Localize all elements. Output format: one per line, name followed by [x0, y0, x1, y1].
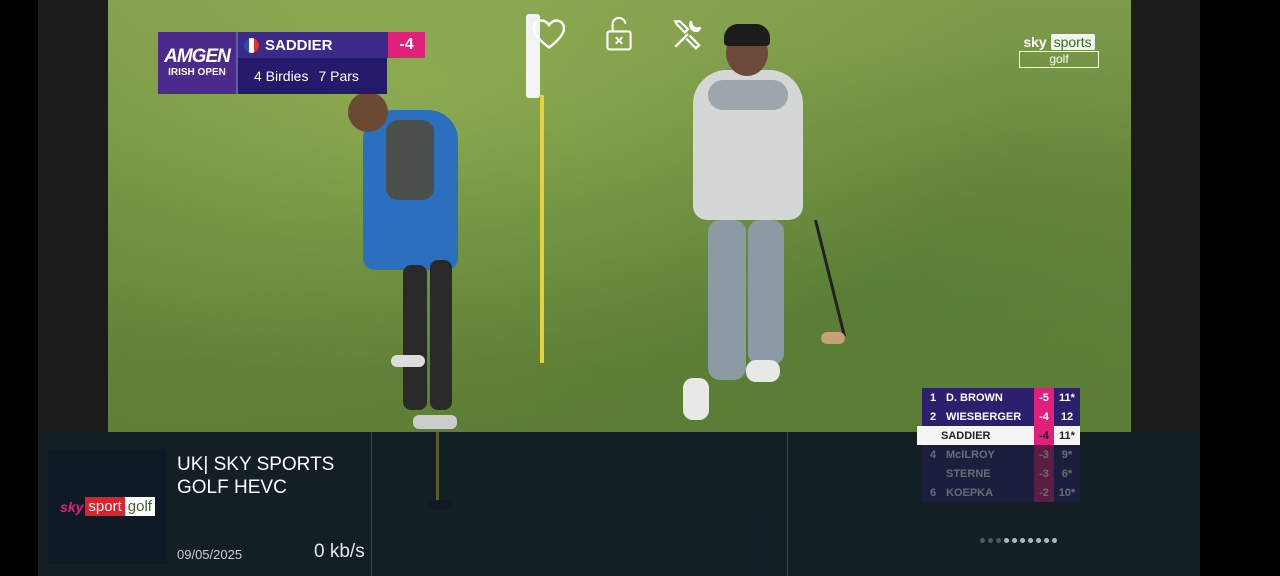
lb-name: D. BROWN — [946, 391, 1003, 404]
player-row: SADDIER -4 — [236, 32, 425, 58]
lb-score: -4 — [1034, 407, 1054, 426]
channel-logo-sky: sky — [60, 498, 84, 515]
page-dot — [1012, 538, 1017, 543]
lb-name: McILROY — [946, 448, 995, 461]
channel-logo-golf: golf — [124, 497, 155, 516]
event-logo-line1: AMGEN — [164, 46, 231, 67]
settings-button[interactable] — [668, 14, 708, 54]
lb-thru: 10* — [1058, 486, 1076, 499]
hole-cup — [428, 500, 452, 510]
pars-count: 7 Pars — [318, 68, 359, 84]
page-dot — [1052, 538, 1057, 543]
info-divider — [787, 432, 788, 576]
leaderboard-row: 2 WIESBERGER -4 12 — [922, 407, 1080, 426]
lb-thru: 6* — [1061, 467, 1073, 480]
page-dot — [1020, 538, 1025, 543]
event-logo-line2: IRISH OPEN — [168, 67, 226, 78]
golfer-shoulders — [708, 80, 788, 110]
leaderboard: 1 D. BROWN -5 11* 2 WIESBERGER -4 12 SADDIER -4… — [917, 388, 1080, 502]
putter-head — [821, 332, 845, 344]
heart-icon — [532, 19, 566, 50]
lb-thru: 12 — [1060, 410, 1074, 423]
page-dot — [1028, 538, 1033, 543]
page-dot — [980, 538, 985, 543]
lb-pos: 6 — [929, 486, 937, 499]
channel-logo: sky sport golf — [48, 449, 167, 564]
favorite-button[interactable] — [529, 14, 569, 54]
golfer-shoe — [683, 378, 709, 420]
page-indicator — [980, 538, 1057, 543]
leaderboard-row: 6 KOEPKA -2 10* — [922, 483, 1080, 502]
lb-name: KOEPKA — [946, 486, 994, 499]
channel-logo-sport: sport — [85, 497, 125, 516]
info-divider — [371, 432, 372, 576]
lb-thru: 11* — [1059, 429, 1075, 442]
leaderboard-row: STERNE -3 6* — [922, 464, 1080, 483]
player-name-text: SADDIER — [265, 36, 333, 54]
page-dot — [1044, 538, 1049, 543]
lb-pos: 1 — [929, 391, 937, 404]
page-dot — [1004, 538, 1009, 543]
caddie-shoe — [413, 415, 457, 429]
broadcaster-logo: sky sports golf — [1019, 34, 1099, 68]
unlock-icon — [606, 16, 632, 51]
golfer-shoe — [746, 360, 780, 382]
score-bug: AMGEN IRISH OPEN SADDIER -4 4 Birdies 7 … — [158, 32, 425, 94]
logo-sports-text: sports — [1050, 34, 1095, 50]
golfer-leg — [708, 220, 746, 380]
caddie-shirt — [386, 120, 434, 200]
lb-score: -3 — [1034, 464, 1054, 483]
caddie-leg — [403, 265, 427, 410]
lb-score: -5 — [1034, 388, 1054, 407]
lb-score: -4 — [1034, 426, 1054, 445]
player-name: SADDIER — [236, 32, 388, 58]
caddie-shoe — [391, 355, 425, 367]
logo-golf-text: golf — [1019, 51, 1099, 68]
caddie-leg — [430, 260, 452, 410]
page-dot — [988, 538, 993, 543]
logo-sky-text: sky — [1023, 34, 1047, 50]
event-logo: AMGEN IRISH OPEN — [158, 32, 236, 94]
golfer-leg — [748, 220, 784, 365]
flagpole-lower — [436, 432, 439, 506]
france-flag-icon — [244, 37, 259, 53]
player-stats: 4 Birdies 7 Pars — [236, 58, 387, 94]
flagpole — [540, 95, 544, 363]
channel-date: 09/05/2025 — [177, 547, 243, 562]
lb-name: SADDIER — [941, 429, 991, 442]
bitrate: 0 kb/s — [314, 541, 365, 562]
lb-pos: 4 — [929, 448, 937, 461]
putter-shaft — [814, 219, 846, 337]
channel-name: UK| SKY SPORTS GOLF HEVC — [177, 454, 335, 498]
lb-score: -2 — [1034, 483, 1054, 502]
lb-thru: 9* — [1061, 448, 1073, 461]
golfer-cap — [724, 24, 770, 46]
lb-score: -3 — [1034, 445, 1054, 464]
lb-name: STERNE — [946, 467, 991, 480]
leaderboard-row: 4 McILROY -3 9* — [922, 445, 1080, 464]
page-dot — [996, 538, 1001, 543]
lock-button[interactable] — [599, 14, 639, 54]
birdies-count: 4 Birdies — [254, 68, 309, 84]
player-score: -4 — [388, 32, 425, 58]
leaderboard-row-highlighted: SADDIER -4 11* — [917, 426, 1080, 445]
page-dot — [1036, 538, 1041, 543]
tools-icon — [673, 20, 702, 50]
lb-thru: 11* — [1059, 391, 1075, 404]
leaderboard-row: 1 D. BROWN -5 11* — [922, 388, 1080, 407]
score-bug-detail: SADDIER -4 4 Birdies 7 Pars — [236, 32, 425, 94]
lb-name: WIESBERGER — [946, 410, 1022, 423]
caddie-head — [348, 92, 388, 132]
broadcaster-logo-top: sky sports — [1019, 34, 1099, 50]
lb-pos: 2 — [929, 410, 937, 423]
